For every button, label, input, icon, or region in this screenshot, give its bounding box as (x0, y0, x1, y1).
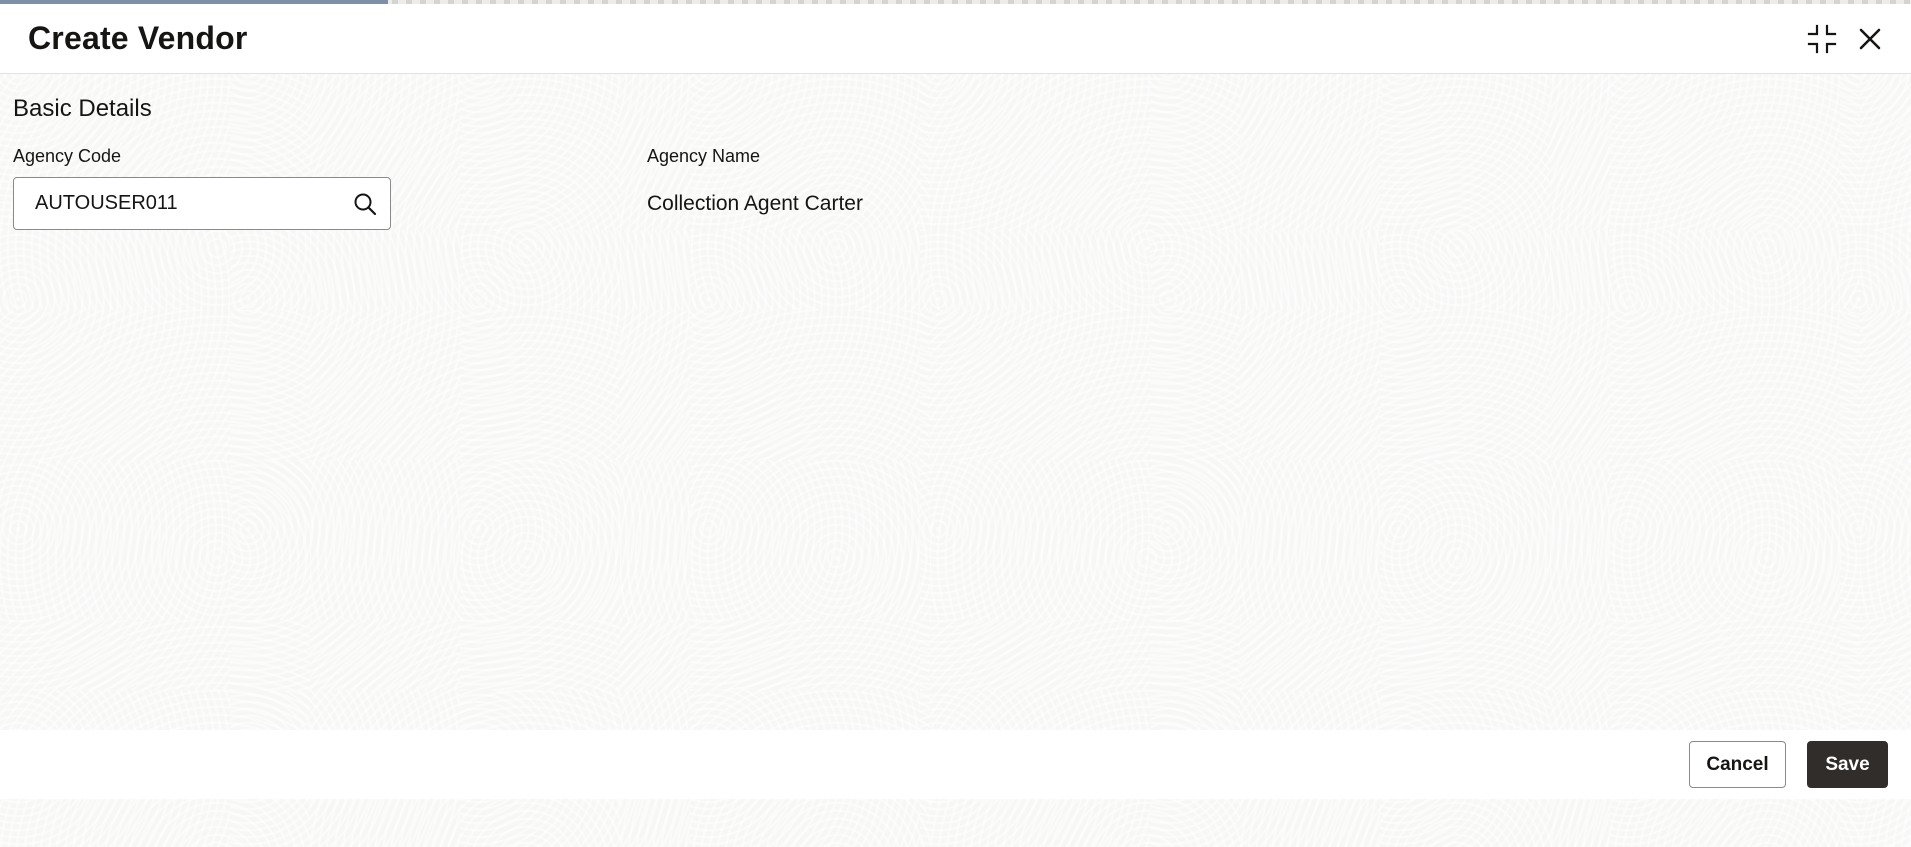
agency-name-label: Agency Name (647, 146, 761, 166)
dialog-body: Basic Details Agency Code Agency Name Co… (0, 75, 1911, 730)
dialog-header: Create Vendor (0, 4, 1911, 74)
dialog-footer: Cancel Save (0, 730, 1911, 799)
cancel-button[interactable]: Cancel (1689, 741, 1786, 788)
section-title-basic-details: Basic Details (13, 95, 152, 122)
close-button[interactable] (1853, 22, 1887, 56)
agency-code-label: Agency Code (13, 146, 122, 166)
search-icon (354, 193, 377, 216)
agency-code-search-button[interactable] (350, 189, 380, 219)
agency-name-value: Collection Agent Carter (647, 192, 863, 215)
agency-code-input[interactable] (35, 178, 335, 229)
dialog-title: Create Vendor (28, 20, 248, 56)
close-icon (1859, 28, 1881, 50)
collapse-button[interactable] (1805, 22, 1839, 56)
create-vendor-dialog: Create Vendor Basic Details Agency Code … (0, 0, 1911, 847)
save-button[interactable]: Save (1807, 741, 1888, 788)
agency-code-field (13, 177, 391, 230)
collapse-icon (1807, 24, 1837, 54)
